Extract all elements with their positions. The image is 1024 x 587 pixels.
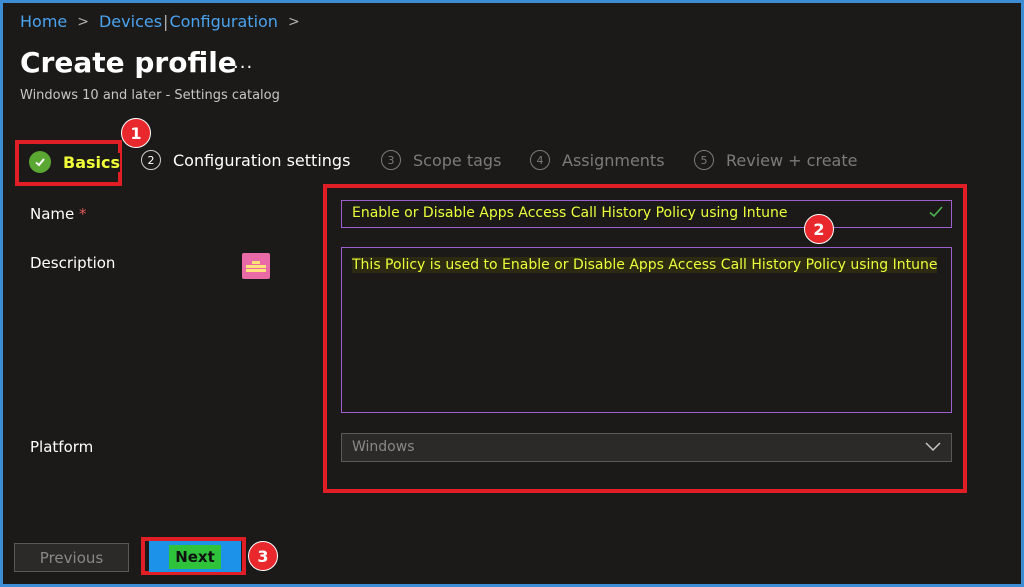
- page-title: Create profile: [20, 46, 237, 79]
- platform-dropdown[interactable]: Windows: [341, 433, 952, 462]
- description-field[interactable]: This Policy is used to Enable or Disable…: [341, 247, 952, 413]
- previous-button[interactable]: Previous: [14, 543, 129, 572]
- breadcrumb-configuration[interactable]: Configuration: [169, 12, 278, 31]
- chevron-right-icon: >: [287, 13, 300, 30]
- check-circle-icon: [29, 151, 51, 173]
- tab-configuration-settings-label: Configuration settings: [173, 150, 351, 170]
- breadcrumb-devices[interactable]: Devices: [99, 12, 162, 31]
- tab-assignments-label: Assignments: [562, 150, 665, 170]
- annotation-badge-1: 1: [121, 118, 151, 148]
- chevron-right-icon: >: [77, 13, 89, 30]
- annotation-badge-2: 2: [804, 214, 834, 244]
- tab-assignments[interactable]: 4 Assignments: [530, 150, 665, 170]
- tab-configuration-settings[interactable]: 2 Configuration settings: [141, 150, 350, 170]
- name-label: Name *: [30, 205, 87, 223]
- description-field-value: This Policy is used to Enable or Disable…: [352, 257, 938, 273]
- description-label: Description: [30, 254, 116, 272]
- platform-dropdown-value: Windows: [352, 439, 415, 455]
- platform-label: Platform: [30, 438, 94, 456]
- name-field-value: Enable or Disable Apps Access Call Histo…: [352, 205, 788, 221]
- tab-review-create-label: Review + create: [726, 150, 858, 170]
- annotation-badge-3: 3: [248, 541, 278, 571]
- logo-icon: [242, 253, 270, 279]
- tab-scope-tags-label: Scope tags: [413, 150, 502, 170]
- chevron-down-icon: [925, 440, 941, 456]
- step-number-5: 5: [694, 150, 714, 170]
- tab-scope-tags[interactable]: 3 Scope tags: [381, 150, 501, 170]
- page-subtitle: Windows 10 and later - Settings catalog: [20, 88, 280, 103]
- checkmark-icon: [929, 205, 943, 223]
- step-number-2: 2: [141, 150, 161, 170]
- name-field[interactable]: Enable or Disable Apps Access Call Histo…: [341, 200, 952, 228]
- step-number-4: 4: [530, 150, 550, 170]
- tab-basics[interactable]: Basics: [29, 151, 121, 173]
- next-button-label: Next: [169, 544, 221, 569]
- tab-basics-label: Basics: [63, 152, 121, 172]
- breadcrumb-home[interactable]: Home: [20, 12, 67, 31]
- more-options-button[interactable]: ...: [233, 52, 253, 73]
- breadcrumb: Home > Devices | Configuration >: [20, 12, 310, 31]
- required-marker: *: [79, 205, 87, 223]
- step-number-3: 3: [381, 150, 401, 170]
- next-button[interactable]: Next: [149, 541, 241, 572]
- breadcrumb-divider: |: [163, 12, 169, 31]
- tab-review-create[interactable]: 5 Review + create: [694, 150, 857, 170]
